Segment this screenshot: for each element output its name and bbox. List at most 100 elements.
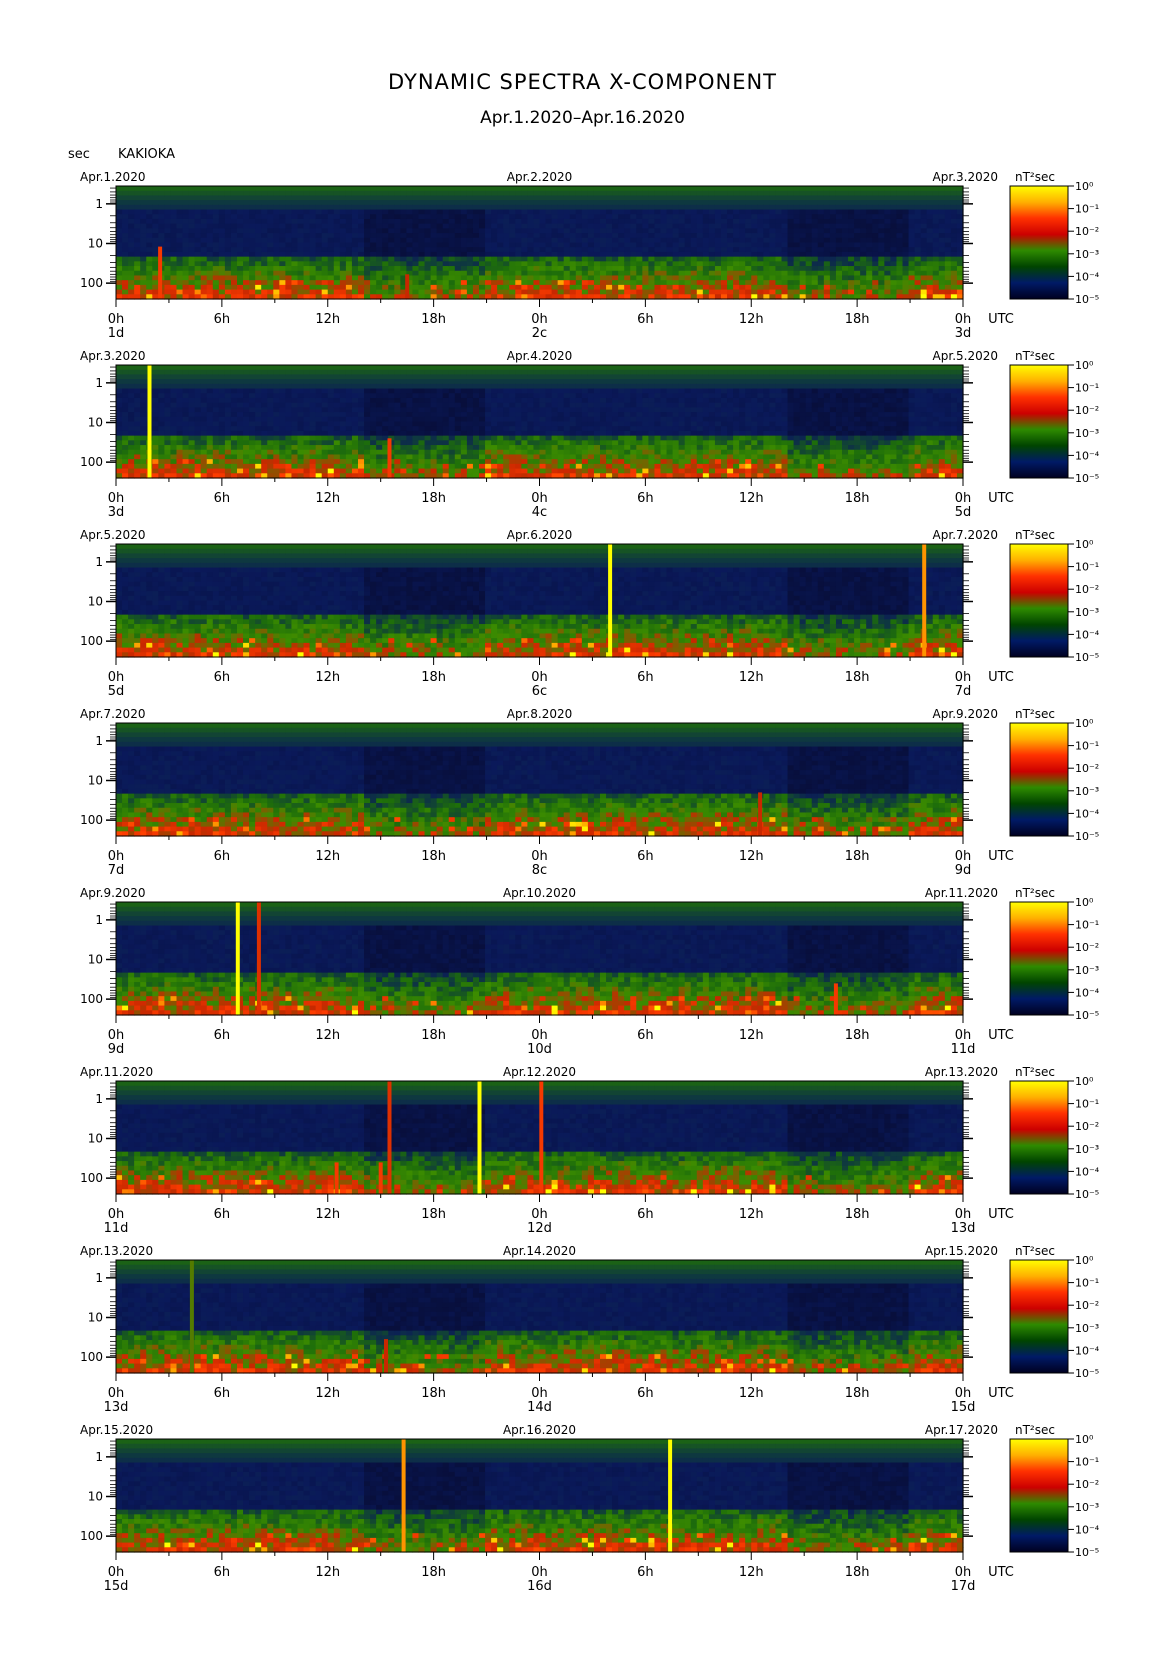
heatmap-cells <box>116 365 964 479</box>
spectral-spike <box>922 544 927 657</box>
x-tick-label: 12h <box>315 491 340 506</box>
x-tick-label: 6h <box>637 1386 654 1401</box>
colorbar-tick-label: 10⁻² <box>1075 583 1099 596</box>
day-label: 9d <box>108 1042 125 1057</box>
y-tick-label: 10 <box>88 1131 103 1145</box>
spectral-spike <box>384 1339 388 1373</box>
colorbar-tick-label: 10⁰ <box>1075 538 1094 551</box>
x-tick-label: 0h <box>531 491 548 506</box>
spectral-spike <box>189 1260 194 1373</box>
x-tick-label: 0h <box>955 491 972 506</box>
x-axis-unit: UTC <box>988 670 1014 685</box>
y-tick-label: 10 <box>88 952 103 966</box>
colorbar-tick-label: 10⁻² <box>1075 941 1099 954</box>
spectral-spike <box>477 1081 482 1194</box>
x-tick-label: 12h <box>315 312 340 327</box>
colorbar-tick-label: 10⁻³ <box>1075 964 1099 977</box>
x-tick-label: 6h <box>214 312 231 327</box>
day-label: 7d <box>955 684 972 699</box>
panel-start-date: Apr.7.2020 <box>80 707 145 721</box>
colorbar-label: nT²sec <box>1015 170 1055 184</box>
x-tick-label: 18h <box>845 1028 870 1043</box>
panel-mid-date: Apr.10.2020 <box>503 886 576 900</box>
spectral-spike <box>539 1081 544 1194</box>
panel-start-date: Apr.9.2020 <box>80 886 145 900</box>
x-tick-label: 0h <box>531 849 548 864</box>
day-label: 8c <box>532 863 547 878</box>
heatmap-cells <box>116 544 964 658</box>
colorbar-tick-label: 10⁻³ <box>1075 785 1099 798</box>
spectral-spike <box>235 902 240 1015</box>
x-tick-label: 0h <box>531 1565 548 1580</box>
panel-end-date: Apr.9.2020 <box>933 707 998 721</box>
colorbar: nT²sec 10⁰ 10⁻¹ 10⁻² 10⁻³ 10⁻⁴ 10⁻⁵ <box>1009 886 1100 1022</box>
colorbar-tick-label: 10⁰ <box>1075 896 1094 909</box>
day-label: 13d <box>951 1221 976 1236</box>
colorbar: nT²sec 10⁰ 10⁻¹ 10⁻² 10⁻³ 10⁻⁴ 10⁻⁵ <box>1009 170 1100 306</box>
y-tick-label: 100 <box>80 1350 103 1364</box>
x-tick-label: 18h <box>421 1028 446 1043</box>
colorbar-tick-label: 10⁻² <box>1075 1478 1099 1491</box>
y-tick-label: 10 <box>88 1489 103 1503</box>
x-tick-label: 18h <box>845 670 870 685</box>
y-tick-label: 10 <box>88 415 103 429</box>
colorbar-tick-label: 10⁻² <box>1075 1299 1099 1312</box>
x-axis-unit: UTC <box>988 1565 1014 1580</box>
spectral-spike <box>833 983 838 1015</box>
x-tick-label: 12h <box>315 1207 340 1222</box>
colorbar-tick-label: 10⁻³ <box>1075 606 1099 619</box>
x-tick-label: 18h <box>845 849 870 864</box>
colorbar-label: nT²sec <box>1015 349 1055 363</box>
x-tick-label: 12h <box>739 312 764 327</box>
y-tick-label: 100 <box>80 455 103 469</box>
x-tick-label: 12h <box>739 1386 764 1401</box>
colorbar-label: nT²sec <box>1015 528 1055 542</box>
x-tick-label: 18h <box>421 849 446 864</box>
x-axis-unit: UTC <box>988 312 1014 327</box>
colorbar-tick-label: 10⁻⁵ <box>1075 1009 1099 1022</box>
colorbar-tick-label: 10⁻¹ <box>1075 740 1099 753</box>
day-label: 3d <box>955 326 972 341</box>
x-tick-label: 6h <box>637 1028 654 1043</box>
spectral-spike <box>256 902 261 1015</box>
x-tick-label: 12h <box>315 1386 340 1401</box>
x-tick-label: 12h <box>739 670 764 685</box>
colorbar: nT²sec 10⁰ 10⁻¹ 10⁻² 10⁻³ 10⁻⁴ 10⁻⁵ <box>1009 1423 1100 1559</box>
colorbar-label: nT²sec <box>1015 1423 1055 1437</box>
colorbar-label: nT²sec <box>1015 1065 1055 1079</box>
y-tick-label: 1 <box>95 1450 103 1464</box>
x-tick-label: 6h <box>214 849 231 864</box>
x-tick-label: 6h <box>637 1565 654 1580</box>
colorbar-tick-label: 10⁻⁴ <box>1075 1344 1100 1357</box>
panel-mid-date: Apr.8.2020 <box>507 707 572 721</box>
x-tick-label: 18h <box>845 1207 870 1222</box>
x-tick-label: 6h <box>214 1028 231 1043</box>
y-tick-label: 1 <box>95 913 103 927</box>
x-tick-label: 6h <box>214 1386 231 1401</box>
day-label: 14d <box>527 1400 552 1415</box>
y-tick-label: 1 <box>95 555 103 569</box>
colorbar-tick-label: 10⁻⁴ <box>1075 807 1100 820</box>
colorbar-tick-label: 10⁰ <box>1075 1433 1094 1446</box>
panel-start-date: Apr.11.2020 <box>80 1065 153 1079</box>
colorbar-label: nT²sec <box>1015 707 1055 721</box>
x-tick-label: 12h <box>739 849 764 864</box>
panel-mid-date: Apr.16.2020 <box>503 1423 576 1437</box>
x-tick-label: 0h <box>531 670 548 685</box>
y-tick-label: 1 <box>95 376 103 390</box>
day-label: 12d <box>527 1221 552 1236</box>
day-label: 15d <box>104 1579 129 1594</box>
colorbar-tick-label: 10⁻³ <box>1075 427 1099 440</box>
colorbar-tick-label: 10⁻² <box>1075 404 1099 417</box>
x-tick-label: 6h <box>214 1565 231 1580</box>
colorbar-tick-label: 10⁻¹ <box>1075 1098 1099 1111</box>
heatmap-cells <box>116 723 964 837</box>
x-tick-label: 0h <box>955 312 972 327</box>
x-tick-label: 0h <box>108 670 125 685</box>
panel-mid-date: Apr.6.2020 <box>507 528 572 542</box>
spectra-panel: Apr.3.2020 Apr.4.2020 Apr.5.2020 1 10 100 0h 6h… <box>80 349 1100 520</box>
colorbar-label: nT²sec <box>1015 1244 1055 1258</box>
spectra-panel: Apr.7.2020 Apr.8.2020 Apr.9.2020 1 10 100 0h 6h… <box>80 707 1100 878</box>
spectral-spike <box>387 1081 392 1194</box>
x-tick-label: 18h <box>845 491 870 506</box>
